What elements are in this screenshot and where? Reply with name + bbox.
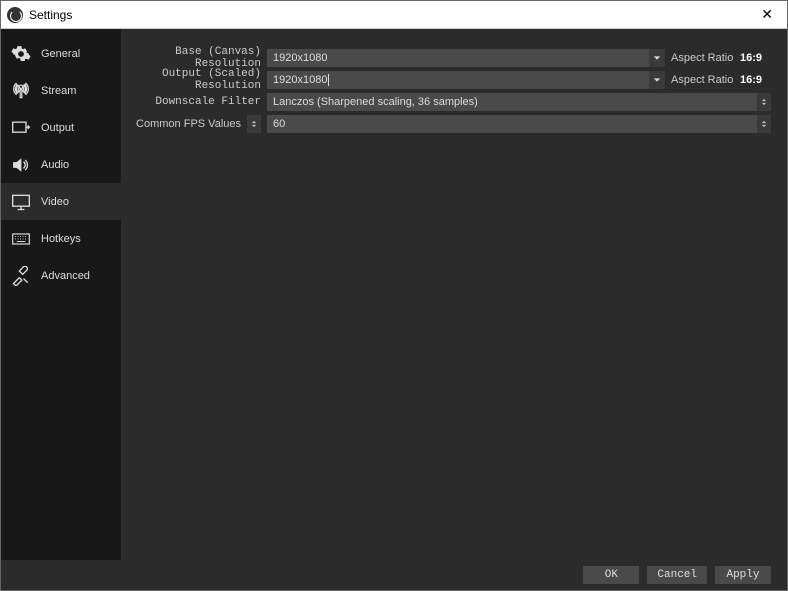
sidebar-item-label: Advanced [41, 270, 90, 282]
row-downscale-filter: Downscale Filter Lanczos (Sharpened scal… [135, 91, 771, 113]
tools-icon [11, 266, 31, 286]
sidebar-item-hotkeys[interactable]: Hotkeys [1, 220, 121, 257]
fps-label-wrap: Common FPS Values [135, 115, 267, 133]
base-aspect-ratio: Aspect Ratio 16:9 [665, 52, 771, 65]
output-resolution-input[interactable]: 1920x1080 [267, 71, 649, 89]
window-title: Settings [29, 8, 72, 22]
monitor-icon [11, 192, 31, 212]
ok-button[interactable]: OK [583, 566, 639, 584]
sidebar-item-general[interactable]: General [1, 35, 121, 72]
content-pane: Base (Canvas) Resolution 1920x1080 Aspec… [121, 29, 787, 560]
titlebar: Settings ✕ [1, 1, 787, 29]
output-resolution-label: Output (Scaled) Resolution [135, 68, 267, 92]
chevron-down-icon[interactable] [649, 71, 665, 89]
fps-label: Common FPS Values [136, 118, 241, 130]
base-resolution-label: Base (Canvas) Resolution [135, 46, 267, 70]
sidebar-item-label: Video [41, 196, 69, 208]
chevron-down-icon[interactable] [649, 49, 665, 67]
row-base-resolution: Base (Canvas) Resolution 1920x1080 Aspec… [135, 47, 771, 69]
sidebar-item-stream[interactable]: Stream [1, 72, 121, 109]
row-fps: Common FPS Values 60 [135, 113, 771, 135]
cancel-button[interactable]: Cancel [647, 566, 707, 584]
apply-button[interactable]: Apply [715, 566, 771, 584]
sidebar-item-label: Hotkeys [41, 233, 81, 245]
settings-window: Settings ✕ General Stream Output [0, 0, 788, 591]
output-icon [11, 118, 31, 138]
sidebar-item-video[interactable]: Video [1, 183, 121, 220]
sidebar: General Stream Output Audio [1, 29, 121, 560]
output-aspect-ratio: Aspect Ratio 16:9 [665, 74, 771, 87]
keyboard-icon [11, 229, 31, 249]
sidebar-item-advanced[interactable]: Advanced [1, 257, 121, 294]
row-output-resolution: Output (Scaled) Resolution 1920x1080 Asp… [135, 69, 771, 91]
downscale-filter-label: Downscale Filter [135, 96, 267, 108]
app-logo-icon [7, 7, 23, 23]
window-body: General Stream Output Audio [1, 29, 787, 560]
sidebar-item-audio[interactable]: Audio [1, 146, 121, 183]
base-resolution-input[interactable]: 1920x1080 [267, 49, 649, 67]
sidebar-item-output[interactable]: Output [1, 109, 121, 146]
downscale-filter-select[interactable]: Lanczos (Sharpened scaling, 36 samples) [267, 93, 757, 111]
speaker-icon [11, 155, 31, 175]
footer: OK Cancel Apply [1, 560, 787, 590]
gear-icon [11, 44, 31, 64]
close-button[interactable]: ✕ [753, 6, 781, 23]
fps-select[interactable]: 60 [267, 115, 757, 133]
sidebar-item-label: Stream [41, 85, 76, 97]
sidebar-item-label: General [41, 48, 80, 60]
sidebar-item-label: Audio [41, 159, 69, 171]
antenna-icon [11, 81, 31, 101]
sidebar-item-label: Output [41, 122, 74, 134]
spinner-icon[interactable] [757, 115, 771, 133]
spinner-icon[interactable] [247, 115, 261, 133]
spinner-icon[interactable] [757, 93, 771, 111]
